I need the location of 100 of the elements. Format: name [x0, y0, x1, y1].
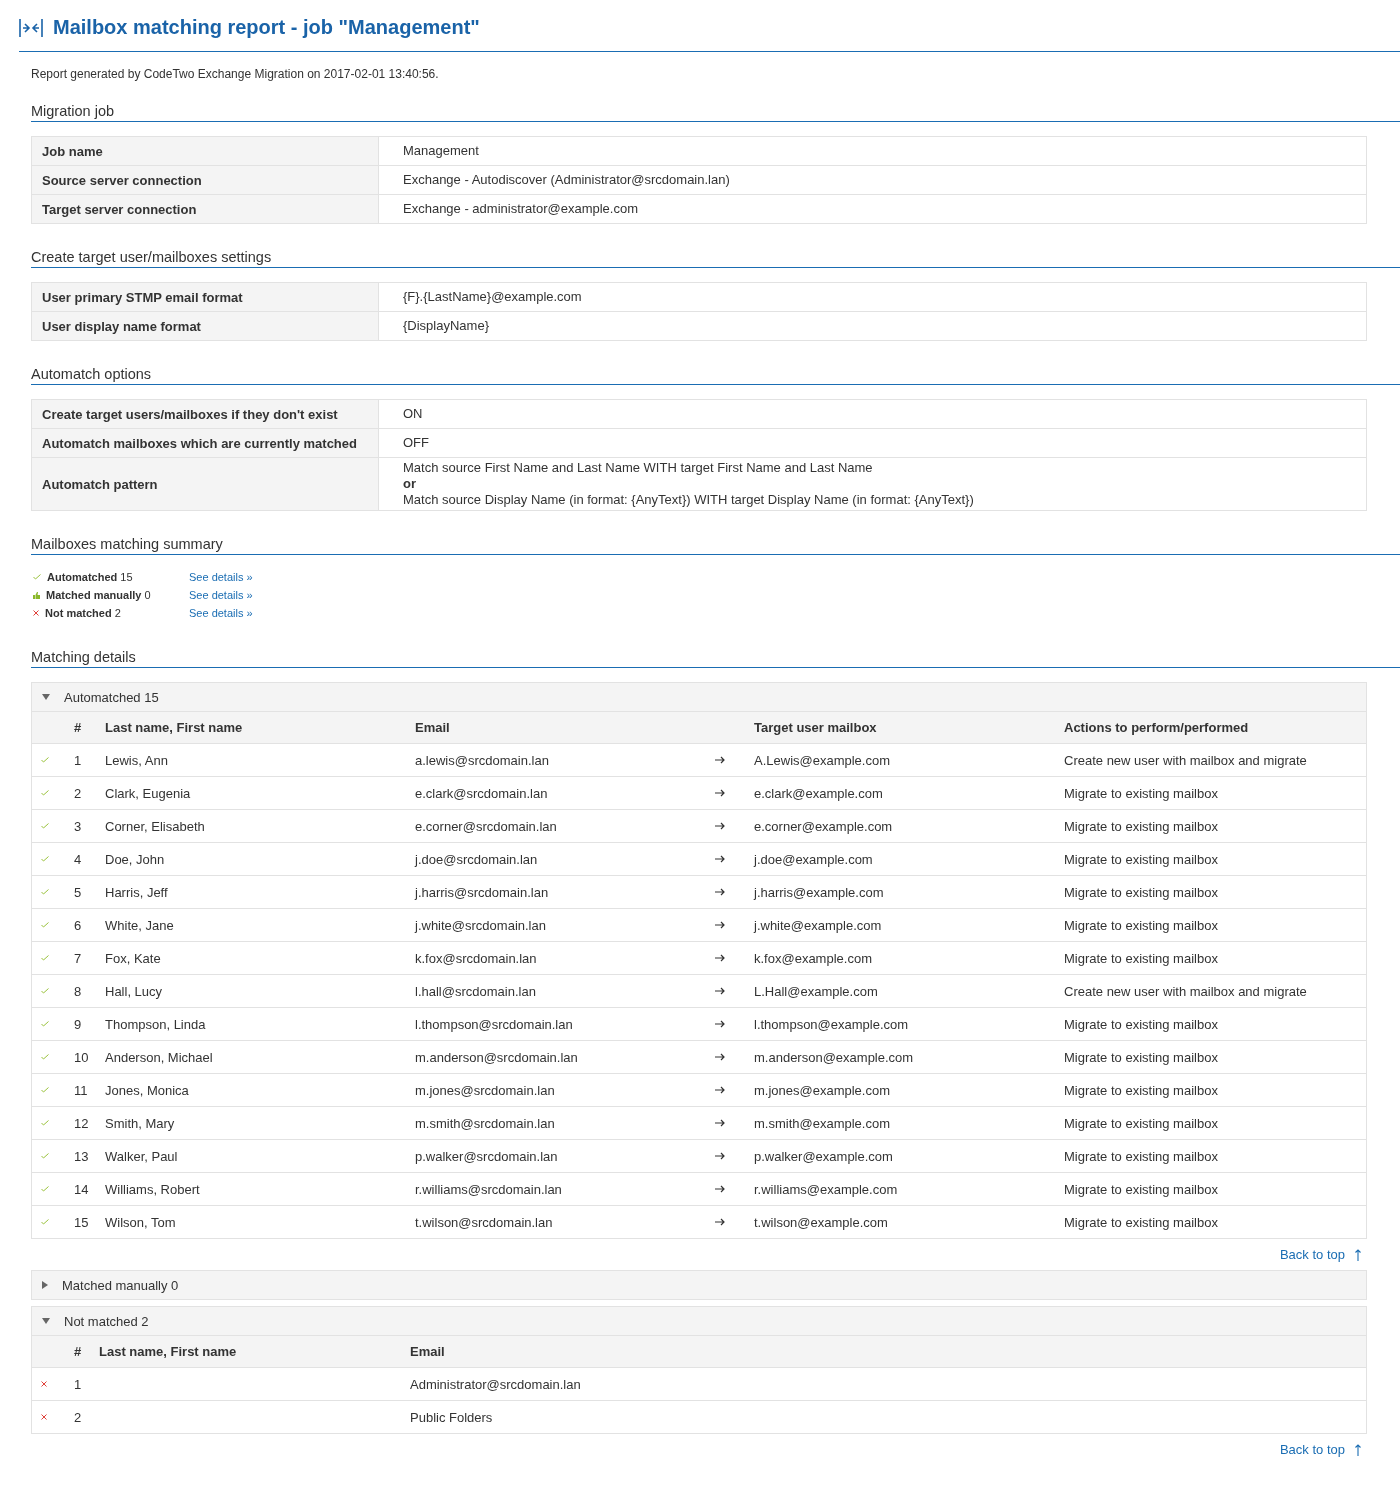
table-cell-text: l.thompson@srcdomain.lan	[415, 1016, 574, 1032]
table-cell-text: 1	[73, 752, 83, 768]
table-cell-text: k.fox@example.com	[754, 950, 873, 966]
table-cell-text: p.walker@example.com	[754, 1148, 894, 1164]
table-cell-text: Migrate to existing mailbox	[1064, 818, 1219, 834]
group-title: Not matched 2	[64, 1313, 149, 1329]
field-value: Exchange - Autodiscover (Administrator@srcdomain.lan)	[403, 172, 731, 188]
table-cell-text: Thompson, Linda	[105, 1016, 207, 1032]
table-cell-text: Migrate to existing mailbox	[1064, 1082, 1219, 1098]
table-cell-text: 14	[73, 1181, 90, 1197]
table-cell-text: Create new user with mailbox and migrate	[1064, 983, 1308, 999]
table-cell-text: 6	[73, 917, 83, 933]
arrow-right-icon	[715, 1086, 725, 1094]
field-value: or	[403, 476, 417, 492]
section-heading: Matching details	[31, 649, 1400, 668]
table-cell-text: 10	[73, 1049, 90, 1065]
arrow-right-icon	[715, 822, 725, 830]
table-cell-text: Create new user with mailbox and migrate	[1064, 752, 1308, 768]
table-cell-text: Walker, Paul	[105, 1148, 179, 1164]
caret-down-icon[interactable]	[42, 1318, 50, 1324]
table-cell-text: L.Hall@example.com	[754, 983, 879, 999]
back-to-top-link[interactable]: Back to top	[1279, 1247, 1345, 1262]
table-cell-text: t.wilson@example.com	[754, 1214, 889, 1230]
arrow-right-icon	[715, 789, 725, 797]
arrow-right-icon	[715, 1119, 725, 1127]
table-cell-text: Public Folders	[410, 1409, 494, 1425]
table-cell-text: Migrate to existing mailbox	[1064, 950, 1219, 966]
group-header[interactable]: Matched manually 0	[32, 1271, 1366, 1299]
section-heading: Automatch options	[31, 366, 1400, 385]
table-cell-text: 2	[73, 785, 83, 801]
summary-label: Not matched 2	[45, 607, 121, 619]
table-cell-text: Migrate to existing mailbox	[1064, 1115, 1219, 1131]
column-header: Actions to perform/performed	[1064, 720, 1250, 735]
caret-down-icon[interactable]	[42, 694, 50, 700]
arrow-right-icon	[715, 987, 725, 995]
table-cell-text: Migrate to existing mailbox	[1064, 851, 1219, 867]
table-cell-text: j.doe@example.com	[754, 851, 874, 867]
field-label: Automatch pattern	[32, 458, 379, 510]
table-cell-text: White, Jane	[105, 917, 175, 933]
table-cell-text: Corner, Elisabeth	[105, 818, 206, 834]
table-cell-text: Migrate to existing mailbox	[1064, 884, 1219, 900]
field-label: User display name format	[32, 312, 379, 340]
arrow-right-icon	[715, 1218, 725, 1226]
arrow-right-icon	[715, 855, 725, 863]
arrow-right-icon	[715, 888, 725, 896]
table-cell-text: Hall, Lucy	[105, 983, 164, 999]
column-header: Email	[410, 1344, 446, 1359]
report-title: Mailbox matching report - job "Management"	[53, 16, 480, 39]
table-cell-text: e.corner@srcdomain.lan	[415, 818, 558, 834]
table-cell-text: e.clark@example.com	[754, 785, 884, 801]
arrow-up-icon	[1355, 1248, 1361, 1261]
back-to-top-link[interactable]: Back to top	[1279, 1442, 1345, 1457]
arrow-right-icon	[715, 1053, 725, 1061]
section-heading: Create target user/mailboxes settings	[31, 249, 1400, 268]
group-header[interactable]: Not matched 2	[32, 1307, 1366, 1335]
table-cell-text: l.thompson@example.com	[754, 1016, 910, 1032]
table-cell-text: 7	[73, 950, 83, 966]
see-details-link[interactable]: See details »	[189, 607, 253, 619]
table-cell-text: 1	[73, 1376, 83, 1392]
column-header: #	[73, 1344, 83, 1359]
section-heading: Migration job	[31, 103, 1400, 122]
table-cell-text: Migrate to existing mailbox	[1064, 1016, 1219, 1032]
arrow-up-icon	[1355, 1443, 1361, 1456]
table-cell-text: j.white@example.com	[754, 917, 883, 933]
table-cell-text: 2	[73, 1409, 83, 1425]
field-value: OFF	[403, 435, 430, 451]
arrow-right-icon	[715, 921, 725, 929]
field-value: Management	[403, 143, 480, 159]
column-header: Target user mailbox	[754, 720, 878, 735]
table-cell-text: Clark, Eugenia	[105, 785, 192, 801]
field-value: Exchange - administrator@example.com	[403, 201, 639, 217]
table-cell-text: m.smith@example.com	[754, 1115, 891, 1131]
table-cell-text: Jones, Monica	[105, 1082, 190, 1098]
field-label: Job name	[32, 137, 379, 165]
caret-right-icon[interactable]	[42, 1281, 48, 1289]
see-details-link[interactable]: See details »	[189, 589, 253, 601]
column-header: #	[73, 720, 83, 735]
arrow-right-icon	[715, 1185, 725, 1193]
table-cell-text: m.anderson@srcdomain.lan	[415, 1049, 579, 1065]
logo-icon	[19, 17, 43, 38]
table-cell-text: 11	[73, 1082, 89, 1098]
arrow-right-icon	[715, 756, 725, 764]
see-details-link[interactable]: See details »	[189, 571, 253, 583]
group-header[interactable]: Automatched 15	[32, 683, 1366, 711]
table-cell-text: a.lewis@srcdomain.lan	[415, 752, 550, 768]
summary-label: Automatched 15	[47, 571, 133, 583]
table-cell-text: p.walker@srcdomain.lan	[415, 1148, 559, 1164]
table-cell-text: Anderson, Michael	[105, 1049, 214, 1065]
table-cell-text: Smith, Mary	[105, 1115, 176, 1131]
table-cell-text: 9	[73, 1016, 83, 1032]
table-cell-text: 8	[73, 983, 83, 999]
table-cell-text: m.smith@srcdomain.lan	[415, 1115, 556, 1131]
table-cell-text: Migrate to existing mailbox	[1064, 1181, 1219, 1197]
table-cell-text: Wilson, Tom	[105, 1214, 177, 1230]
table-cell-text: e.corner@example.com	[754, 818, 894, 834]
field-value: Match source First Name and Last Name WITH target First Name and Last Name	[403, 460, 874, 476]
field-label: Automatch mailboxes which are currently matched	[32, 429, 379, 457]
field-label: Create target users/mailboxes if they don't exist	[32, 400, 379, 428]
table-cell-text: 15	[73, 1214, 90, 1230]
table-cell-text: e.clark@srcdomain.lan	[415, 785, 549, 801]
